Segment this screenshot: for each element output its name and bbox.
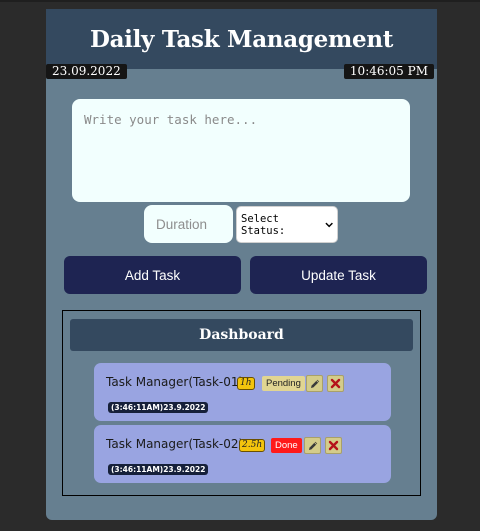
duration-badge: 2.5h — [239, 439, 266, 452]
cross-icon — [330, 378, 341, 389]
duration-input[interactable] — [144, 205, 233, 243]
status-select[interactable]: Select Status: — [236, 206, 338, 243]
delete-task-button[interactable] — [325, 437, 342, 454]
status-badge: Done — [271, 438, 302, 453]
add-task-button[interactable]: Add Task — [64, 256, 241, 294]
pencil-icon — [308, 441, 317, 450]
status-badge: Pending — [262, 376, 305, 391]
task-input[interactable] — [72, 99, 410, 202]
app-title: Daily Task Management — [89, 25, 394, 53]
dashboard-title: Dashboard — [70, 319, 413, 351]
chevron-down-icon — [325, 222, 333, 227]
task-name: Task Manager(Task-02) — [106, 437, 244, 451]
current-time: 10:46:05 PM — [343, 64, 434, 79]
task-card: Task Manager(Task-02) 2.5h Done (3:46:11… — [94, 425, 391, 483]
current-date: 23.09.2022 — [46, 64, 127, 79]
duration-badge: 1h — [237, 377, 255, 390]
update-task-button[interactable]: Update Task — [250, 256, 427, 294]
pencil-icon — [310, 379, 319, 388]
window-top-strip — [0, 0, 480, 2]
edit-task-button[interactable] — [306, 375, 323, 392]
task-card: Task Manager(Task-01) 1h Pending (3:46:1… — [94, 363, 391, 421]
status-select-value: Select Status: — [241, 212, 286, 237]
edit-task-button[interactable] — [304, 437, 321, 454]
task-name: Task Manager(Task-01) — [106, 375, 244, 389]
delete-task-button[interactable] — [327, 375, 344, 392]
cross-icon — [328, 440, 339, 451]
app-header: Daily Task Management — [46, 9, 437, 69]
task-timestamp: (3:46:11AM)23.9.2022 — [108, 464, 209, 475]
task-timestamp: (3:46:11AM)23.9.2022 — [108, 402, 209, 413]
